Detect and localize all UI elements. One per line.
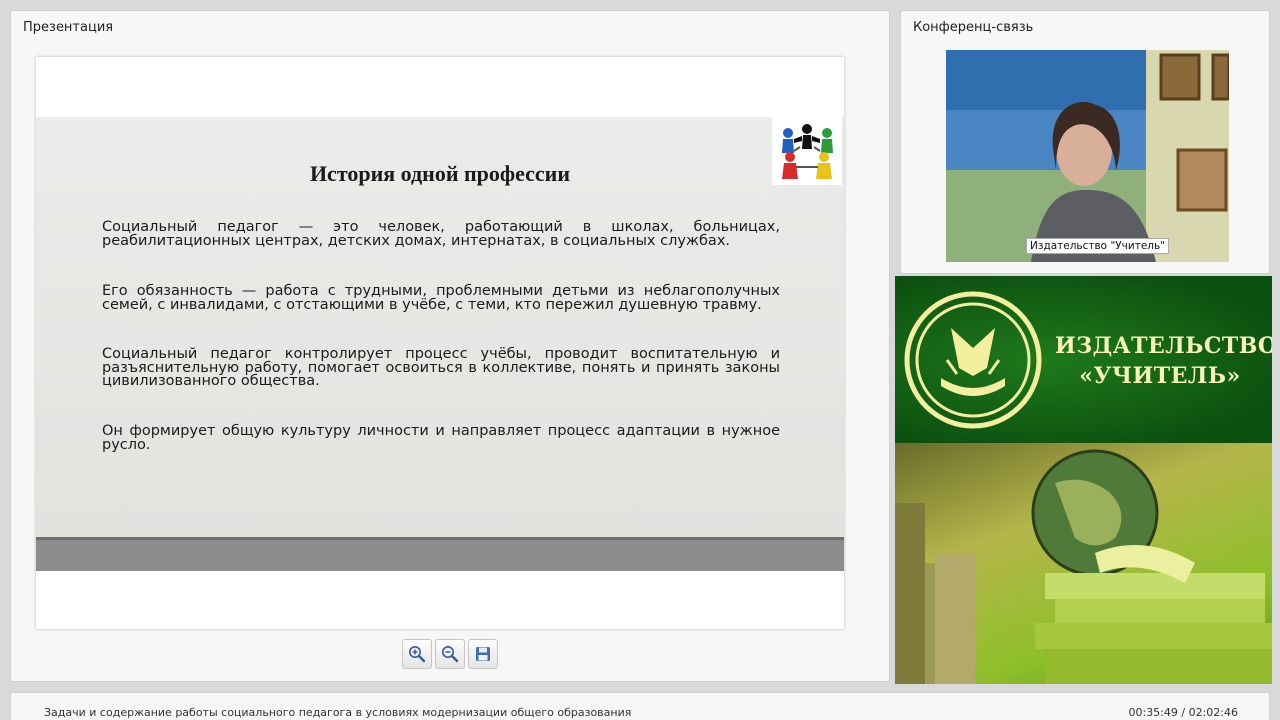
save-icon (476, 647, 490, 661)
publisher-banner-top: ИЗДАТЕЛЬСТВО «УЧИТЕЛЬ» (895, 276, 1272, 443)
slide-paragraph-4: Он формирует общую культуру личности и н… (102, 423, 780, 453)
slide-paragraph-1: Социальный педагог — это человек, работа… (102, 219, 780, 249)
publisher-name-line2: «УЧИТЕЛЬ» (1079, 363, 1241, 389)
presentation-panel: Презентация История одной профессии Соци… (10, 10, 890, 682)
presentation-slide: История одной профессии Социальный педаг… (36, 57, 844, 629)
publisher-name: ИЗДАТЕЛЬСТВО «УЧИТЕЛЬ» (1055, 331, 1272, 391)
publisher-banner: ИЗДАТЕЛЬСТВО «УЧИТЕЛЬ» (895, 276, 1272, 684)
presentation-panel-title: Презентация (23, 20, 114, 35)
slide-title: История одной профессии (309, 161, 571, 186)
slide-toolbar (402, 639, 498, 669)
zoom-in-icon (409, 646, 426, 663)
zoom-out-icon (442, 646, 459, 663)
save-button[interactable] (468, 639, 498, 669)
status-bar: Задачи и содержание работы социального п… (10, 692, 1270, 720)
webcam-video[interactable]: Издательство "Учитель" (946, 50, 1229, 262)
publisher-emblem-icon (904, 291, 1042, 429)
zoom-in-button[interactable] (402, 639, 432, 669)
conference-panel: Конференц-связь Издательство "Учитель" (900, 10, 1270, 274)
zoom-out-button[interactable] (435, 639, 465, 669)
course-title: Задачи и содержание работы социального п… (44, 706, 632, 719)
slide-paragraph-3: Социальный педагог контролирует процесс … (102, 346, 780, 389)
slide-footer-bar (36, 537, 844, 571)
conference-panel-title: Конференц-связь (913, 20, 1034, 35)
slide-paragraph-2: Его обязанность — работа с трудными, про… (102, 283, 780, 313)
speaker-name-label: Издательство "Учитель" (1026, 238, 1170, 254)
books-globe-illustration (895, 443, 1272, 684)
playback-time: 00:35:49 / 02:02:46 (1128, 706, 1238, 719)
publisher-name-line1: ИЗДАТЕЛЬСТВО (1055, 333, 1272, 359)
